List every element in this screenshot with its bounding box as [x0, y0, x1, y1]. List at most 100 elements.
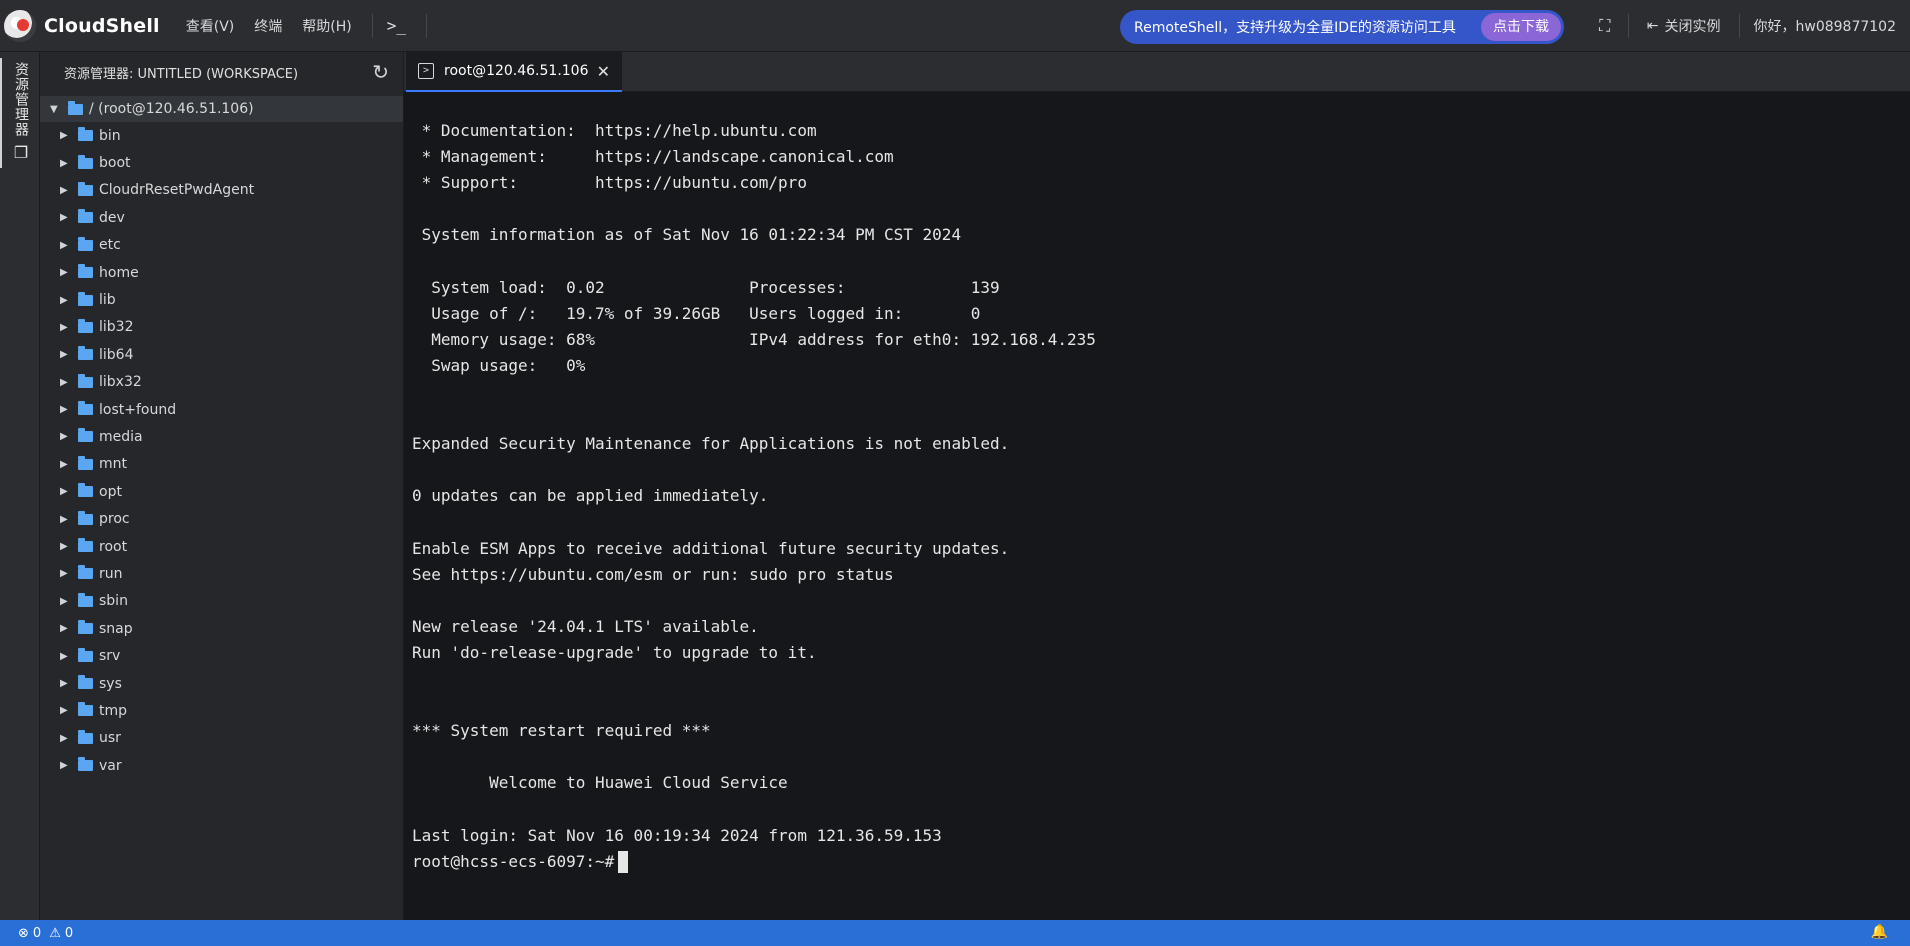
- tree-item[interactable]: ▶ root: [40, 533, 403, 560]
- chevron-right-icon[interactable]: ▶: [60, 733, 74, 744]
- tree-item[interactable]: ▶ mnt: [40, 451, 403, 478]
- terminal-line: See https://ubuntu.com/esm or run: sudo …: [412, 564, 894, 584]
- tree-item[interactable]: ▶ sys: [40, 670, 403, 697]
- chevron-right-icon[interactable]: ▶: [60, 623, 74, 634]
- tree-item-label: lib32: [99, 319, 134, 336]
- chevron-right-icon[interactable]: ▶: [60, 404, 74, 415]
- tree-item[interactable]: ▶ tmp: [40, 697, 403, 724]
- app-logo: CloudShell: [4, 9, 160, 42]
- tree-item[interactable]: ▶ libx32: [40, 369, 403, 396]
- tree-item[interactable]: ▶ home: [40, 259, 403, 286]
- chevron-right-icon[interactable]: ▶: [60, 596, 74, 607]
- tree-item[interactable]: ▶ bin: [40, 122, 403, 149]
- new-terminal-button[interactable]: >_: [387, 16, 406, 35]
- folder-icon: [78, 209, 93, 224]
- chevron-right-icon[interactable]: ▶: [60, 267, 74, 278]
- folder-icon: [78, 647, 93, 662]
- tree-item-label: lib64: [99, 346, 134, 363]
- tree-item-label: sbin: [99, 593, 128, 610]
- chevron-right-icon[interactable]: ▶: [60, 568, 74, 579]
- refresh-icon[interactable]: ↻: [372, 60, 389, 84]
- tree-item[interactable]: ▶ run: [40, 560, 403, 587]
- warning-icon: ⚠: [49, 925, 61, 941]
- warnings-indicator[interactable]: ⚠ 0: [49, 926, 73, 941]
- terminal-line: Swap usage: 0%: [412, 355, 586, 375]
- folder-icon: [68, 100, 83, 115]
- explorer-panel: 资源管理器: UNTITLED (WORKSPACE) ↻ ▼ / (root@…: [40, 52, 404, 920]
- tree-item-label: dev: [99, 209, 125, 226]
- tree-root[interactable]: ▼ / (root@120.46.51.106): [40, 96, 403, 122]
- tree-item[interactable]: ▶ sbin: [40, 588, 403, 615]
- tree-item[interactable]: ▶ snap: [40, 615, 403, 642]
- promo-text: RemoteShell，支持升级为全量IDE的资源访问工具: [1134, 20, 1456, 36]
- chevron-right-icon[interactable]: ▶: [60, 185, 74, 196]
- tree-item[interactable]: ▶ boot: [40, 149, 403, 176]
- bell-icon[interactable]: 🔔: [1871, 924, 1888, 940]
- tree-item-label: libx32: [99, 374, 142, 391]
- download-button[interactable]: 点击下载: [1481, 13, 1561, 41]
- chevron-right-icon[interactable]: ▶: [60, 431, 74, 442]
- tree-item-label: srv: [99, 648, 121, 665]
- user-greeting[interactable]: 你好，hw089877102: [1754, 16, 1897, 36]
- terminal-line: * Support: https://ubuntu.com/pro: [412, 173, 807, 193]
- header-right-tools: ⛶ ⇤ 关闭实例 你好，hw089877102: [1592, 0, 1910, 52]
- menu-view[interactable]: 查看(V): [186, 16, 235, 36]
- chevron-right-icon[interactable]: ▶: [60, 377, 74, 388]
- fullscreen-icon[interactable]: ⛶: [1592, 16, 1618, 36]
- activity-explorer[interactable]: 资源管理器 ❐: [0, 58, 40, 168]
- tree-item-label: boot: [99, 155, 131, 172]
- tree-item[interactable]: ▶ CloudrResetPwdAgent: [40, 177, 403, 204]
- chevron-right-icon[interactable]: ▶: [60, 705, 74, 716]
- tab-label: root@120.46.51.106: [444, 63, 589, 79]
- chevron-down-icon[interactable]: ▼: [50, 104, 64, 115]
- errors-indicator[interactable]: ⊗ 0: [18, 926, 41, 941]
- chevron-right-icon[interactable]: ▶: [60, 240, 74, 251]
- tree-item[interactable]: ▶ lib32: [40, 314, 403, 341]
- terminal-line: Memory usage: 68% IPv4 address for eth0:…: [412, 329, 1096, 349]
- menu-divider: [371, 13, 373, 38]
- tree-item[interactable]: ▶ opt: [40, 478, 403, 505]
- tree-item[interactable]: ▶ usr: [40, 725, 403, 752]
- tree-item-label: proc: [99, 511, 130, 528]
- terminal-line: Welcome to Huawei Cloud Service: [412, 773, 788, 793]
- terminal-prompt-line[interactable]: root@hcss-ecs-6097:~#: [412, 849, 1910, 875]
- tree-item[interactable]: ▶ var: [40, 752, 403, 779]
- terminal-line: * Documentation: https://help.ubuntu.com: [412, 121, 817, 140]
- menu-terminal[interactable]: 终端: [254, 16, 282, 36]
- activity-bar: 资源管理器 ❐: [0, 52, 40, 920]
- tab-terminal[interactable]: > root@120.46.51.106 ✕: [406, 52, 622, 92]
- tree-item[interactable]: ▶ media: [40, 423, 403, 450]
- tree-item-label: tmp: [99, 702, 128, 719]
- chevron-right-icon[interactable]: ▶: [60, 295, 74, 306]
- tree-item[interactable]: ▶ proc: [40, 505, 403, 532]
- chevron-right-icon[interactable]: ▶: [60, 541, 74, 552]
- tree-item[interactable]: ▶ lost+found: [40, 396, 403, 423]
- chevron-right-icon[interactable]: ▶: [60, 349, 74, 360]
- close-icon[interactable]: ✕: [597, 62, 610, 81]
- close-instance-button[interactable]: ⇤ 关闭实例: [1647, 16, 1721, 36]
- chevron-right-icon[interactable]: ▶: [60, 678, 74, 689]
- explorer-title: 资源管理器: UNTITLED (WORKSPACE): [64, 66, 299, 82]
- folder-icon: [78, 401, 93, 416]
- tree-item[interactable]: ▶ lib64: [40, 341, 403, 368]
- chevron-right-icon[interactable]: ▶: [60, 322, 74, 333]
- terminal-output[interactable]: * Documentation: https://help.ubuntu.com…: [404, 92, 1910, 920]
- chevron-right-icon[interactable]: ▶: [60, 486, 74, 497]
- tree-item[interactable]: ▶ lib: [40, 286, 403, 313]
- chevron-right-icon[interactable]: ▶: [60, 459, 74, 470]
- chevron-right-icon[interactable]: ▶: [60, 212, 74, 223]
- menu-help[interactable]: 帮助(H): [302, 16, 351, 36]
- chevron-right-icon[interactable]: ▶: [60, 760, 74, 771]
- chevron-right-icon[interactable]: ▶: [60, 514, 74, 525]
- folder-icon: [78, 318, 93, 333]
- tree-item[interactable]: ▶ srv: [40, 642, 403, 669]
- chevron-right-icon[interactable]: ▶: [60, 130, 74, 141]
- close-instance-label: 关闭实例: [1664, 19, 1721, 35]
- tree-item[interactable]: ▶ etc: [40, 232, 403, 259]
- tree-item[interactable]: ▶ dev: [40, 204, 403, 231]
- chevron-right-icon[interactable]: ▶: [60, 158, 74, 169]
- chevron-right-icon[interactable]: ▶: [60, 651, 74, 662]
- folder-icon: [78, 729, 93, 744]
